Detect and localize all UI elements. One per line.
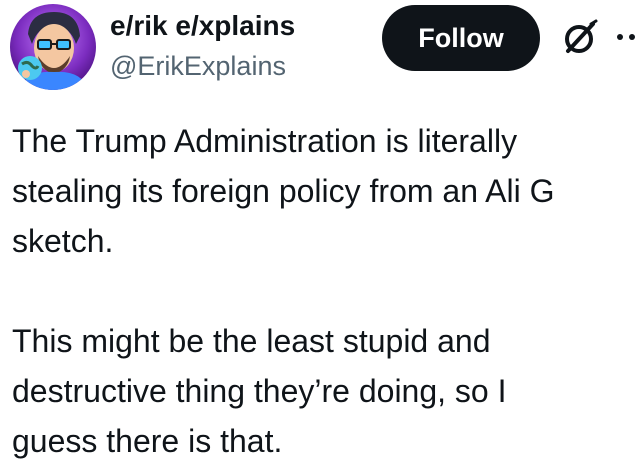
grok-icon[interactable] xyxy=(560,18,600,58)
author-handle[interactable]: @ErikExplains xyxy=(110,48,295,84)
author-info: e/rik e/xplains @ErikExplains xyxy=(110,8,295,84)
author-display-name[interactable]: e/rik e/xplains xyxy=(110,8,295,44)
follow-button[interactable]: Follow xyxy=(382,5,540,71)
more-options-icon[interactable] xyxy=(614,30,640,44)
avatar[interactable] xyxy=(10,4,96,90)
tweet: e/rik e/xplains @ErikExplains Follow The… xyxy=(0,0,640,470)
tweet-text: The Trump Administration is literally st… xyxy=(12,123,555,459)
avatar-image xyxy=(10,4,96,90)
